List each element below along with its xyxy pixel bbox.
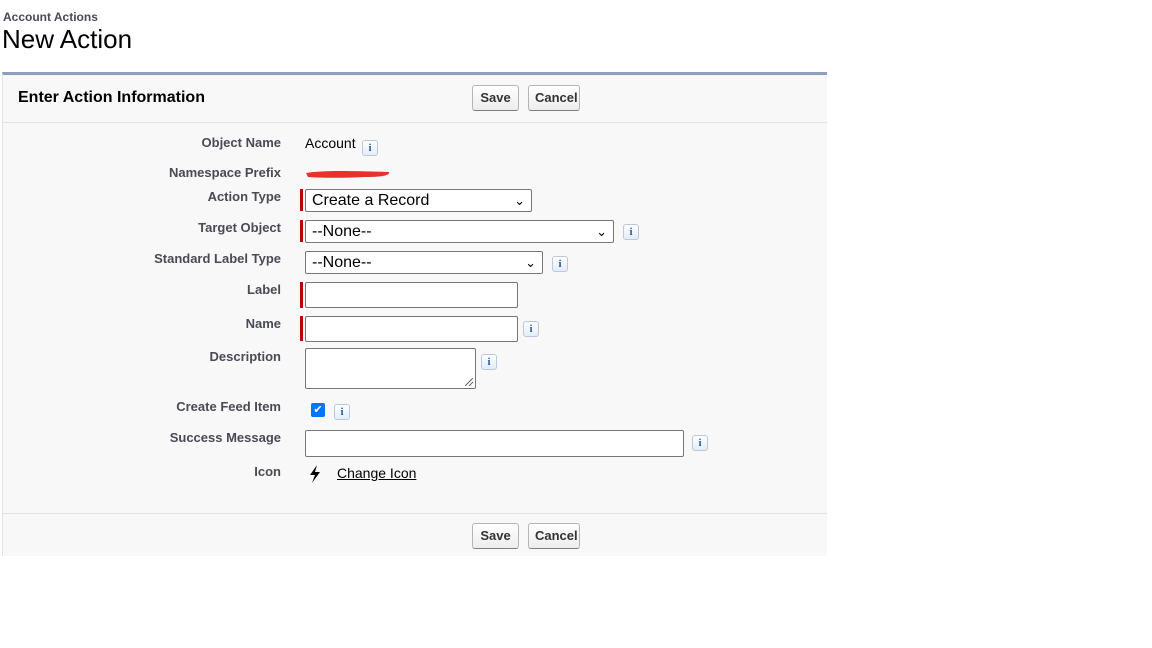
panel-footer: Save Cancel [3,513,827,557]
info-icon[interactable]: i [623,224,639,240]
resize-grip-icon[interactable] [465,378,473,386]
target-object-value: --None-- [312,223,372,240]
cancel-button[interactable]: Cancel [528,85,580,111]
info-icon[interactable]: i [334,404,350,420]
info-icon[interactable]: i [552,256,568,272]
object-name-label: Object Name [201,135,281,150]
redaction-mark [306,171,390,178]
chevron-down-icon: ⌄ [514,193,525,208]
required-indicator [300,316,303,341]
cancel-button-bottom[interactable]: Cancel [528,523,580,549]
chevron-down-icon: ⌄ [596,224,607,239]
info-icon[interactable]: i [481,354,497,370]
lightning-bolt-icon [310,465,320,483]
standard-label-type-value: --None-- [312,254,372,271]
change-icon-link[interactable]: Change Icon [337,465,416,481]
info-icon[interactable]: i [692,435,708,451]
target-object-select[interactable]: --None-- ⌄ [305,220,614,243]
object-name-value: Account [305,135,356,151]
standard-label-type-select[interactable]: --None-- ⌄ [305,251,543,274]
name-input[interactable] [305,316,518,342]
info-icon[interactable]: i [523,321,539,337]
info-icon[interactable]: i [362,140,378,156]
description-textarea[interactable] [305,348,476,389]
required-indicator [300,282,303,308]
standard-label-type-label: Standard Label Type [154,251,281,266]
required-indicator [300,189,303,211]
required-indicator [300,220,303,242]
success-message-input[interactable] [305,430,684,457]
success-message-label: Success Message [169,430,281,445]
panel-header: Enter Action Information Save Cancel [3,75,827,123]
chevron-down-icon: ⌄ [525,255,536,270]
breadcrumb: Account Actions [3,10,98,24]
label-field-label: Label [247,282,281,297]
label-input[interactable] [305,282,518,308]
description-label: Description [209,349,281,364]
icon-label: Icon [254,464,281,479]
name-field-label: Name [245,316,281,331]
save-button[interactable]: Save [472,85,519,111]
namespace-prefix-label: Namespace Prefix [168,165,281,180]
page-title: New Action [2,24,133,54]
action-type-value: Create a Record [312,192,430,209]
create-feed-item-checkbox[interactable]: ✔ [311,403,325,417]
panel-title: Enter Action Information [18,89,205,106]
save-button-bottom[interactable]: Save [472,523,519,549]
create-feed-item-label: Create Feed Item [176,399,281,414]
target-object-label: Target Object [198,220,281,235]
action-type-label: Action Type [207,189,281,204]
action-type-select[interactable]: Create a Record ⌄ [305,189,532,212]
